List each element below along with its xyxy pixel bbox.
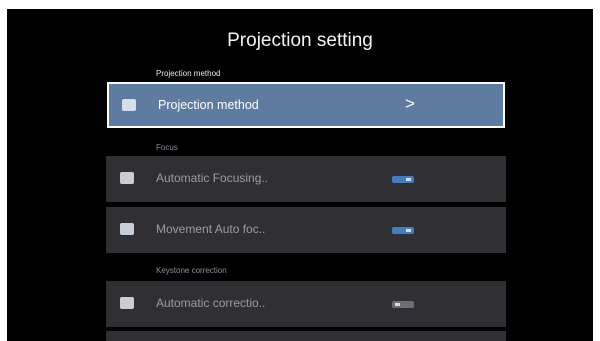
section-label-projection: Projection method — [156, 69, 221, 78]
automatic-focusing-row[interactable]: Automatic Focusing.. — [106, 156, 506, 202]
projection-method-label: Projection method — [158, 98, 259, 112]
movement-auto-focus-label: Movement Auto foc.. — [156, 222, 266, 236]
section-label-focus: Focus — [156, 143, 178, 152]
movement-auto-focus-row[interactable]: Movement Auto foc.. — [106, 207, 506, 253]
automatic-correction-toggle[interactable] — [392, 301, 414, 308]
projection-method-row[interactable]: Projection method > — [107, 82, 505, 128]
focus-icon — [120, 223, 134, 235]
automatic-focusing-toggle[interactable] — [392, 176, 414, 183]
section-label-keystone: Keystone correction — [156, 266, 227, 275]
projection-settings-screen: Projection setting Projection method Pro… — [7, 9, 593, 341]
movement-auto-focus-toggle[interactable] — [392, 227, 414, 234]
chevron-right-icon: > — [405, 94, 415, 113]
automatic-focusing-label: Automatic Focusing.. — [156, 171, 269, 185]
projection-icon — [122, 99, 136, 111]
focus-icon — [120, 172, 134, 184]
automatic-correction-row[interactable]: Automatic correctio.. — [106, 281, 506, 327]
keystone-icon — [120, 297, 134, 309]
page-title: Projection setting — [227, 30, 373, 51]
automatic-correction-label: Automatic correctio.. — [156, 296, 266, 310]
partial-next-row[interactable] — [106, 331, 506, 341]
